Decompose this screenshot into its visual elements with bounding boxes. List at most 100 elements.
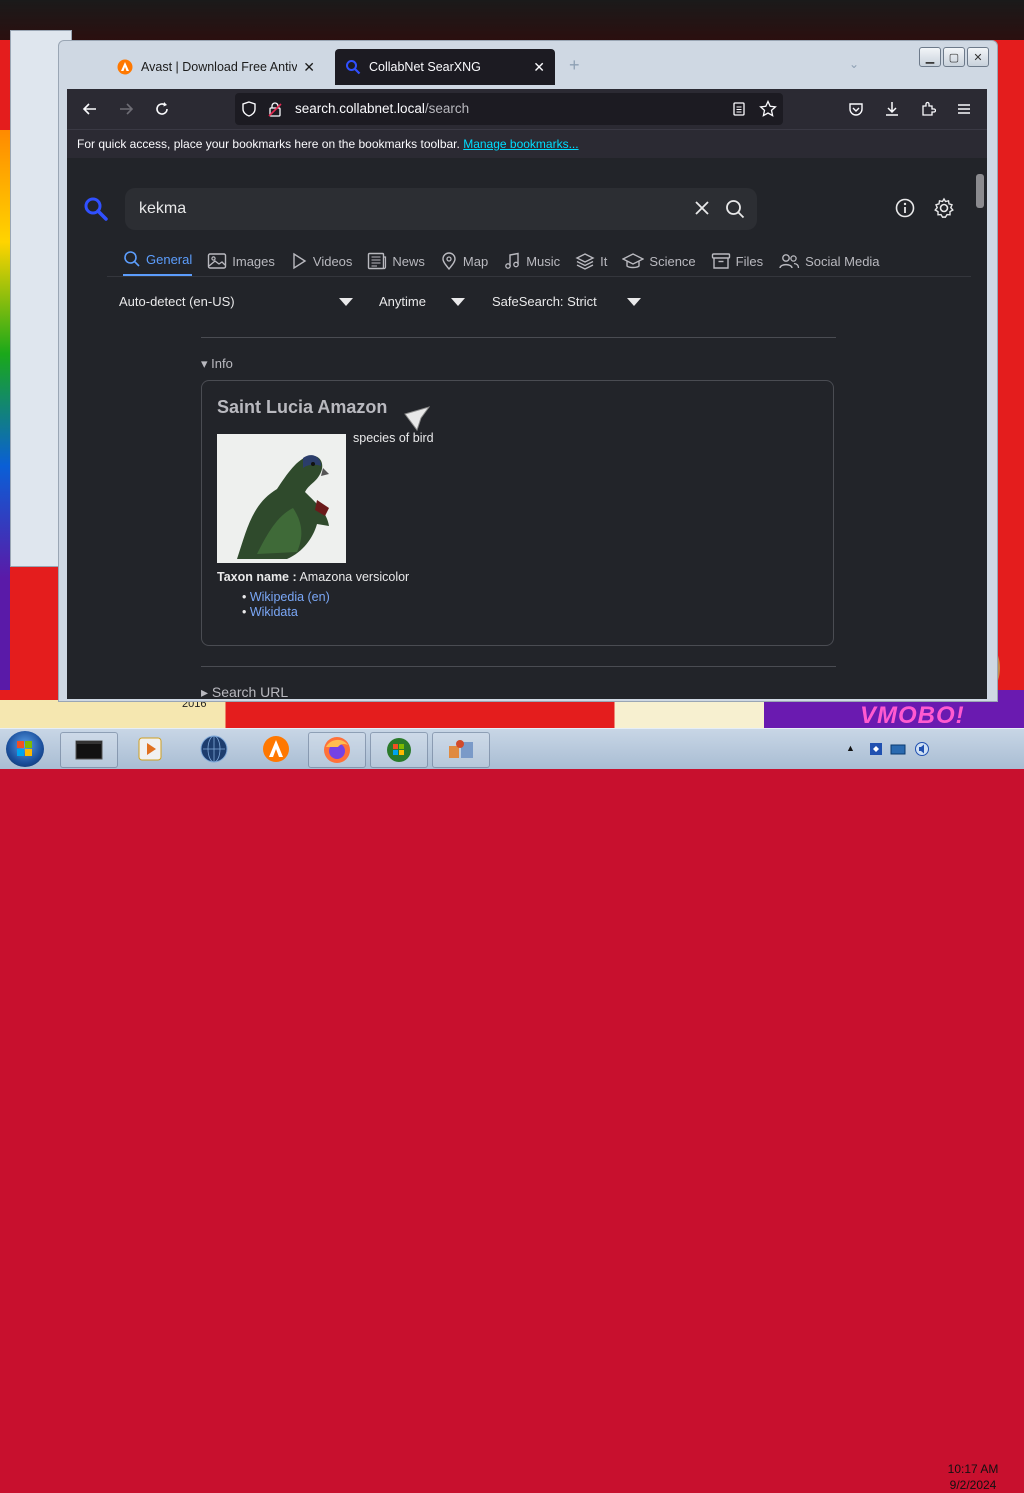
search-url-toggle[interactable]: ▸ Search URL: [201, 684, 288, 699]
tab-label: Videos: [312, 253, 353, 269]
network-tray-icon[interactable]: [890, 741, 906, 757]
map-pin-icon: [442, 252, 456, 270]
tab-strip: Avast | Download Free Antiviru ✕ CollabN…: [59, 41, 997, 87]
tab-music[interactable]: Music: [503, 246, 560, 276]
tab-files[interactable]: Files: [711, 246, 763, 276]
settings-gear-icon[interactable]: [933, 197, 955, 224]
tab-map[interactable]: Map: [440, 246, 488, 276]
taskbar-globe-app[interactable]: [186, 732, 242, 766]
info-toggle[interactable]: ▾ Info: [201, 356, 233, 372]
taskbar-terminal-app[interactable]: [60, 732, 118, 768]
tab-close-icon[interactable]: ✕: [533, 59, 545, 76]
image-icon: [208, 253, 227, 269]
tab-title: CollabNet SearXNG: [369, 60, 481, 74]
hamburger-menu-icon[interactable]: [951, 97, 977, 121]
taskbar-media-player-app[interactable]: [122, 732, 178, 766]
tab-label: Map: [462, 253, 489, 269]
layers-icon: [575, 253, 595, 270]
tab-label: Files: [735, 253, 764, 269]
list-item: Wikipedia (en): [242, 590, 330, 605]
bookmarks-hint: For quick access, place your bookmarks h…: [77, 137, 579, 151]
tab-general[interactable]: General: [123, 246, 193, 276]
address-bar[interactable]: search.collabnet.local/search: [235, 93, 783, 125]
taxon-label: Taxon name :: [217, 570, 297, 584]
chevron-down-icon[interactable]: [339, 298, 353, 306]
taskbar-clock[interactable]: 10:17 AM 9/2/2024: [934, 1461, 1012, 1493]
parrot-image[interactable]: [217, 434, 346, 563]
tab-label: Music: [526, 253, 561, 269]
search-submit-icon[interactable]: [725, 199, 745, 224]
infobox: Saint Lucia Amazon species of bird Taxon…: [201, 380, 834, 646]
chevron-down-icon[interactable]: [627, 298, 641, 306]
searxng-logo-icon[interactable]: [83, 196, 109, 227]
chevron-down-icon[interactable]: [451, 298, 465, 306]
clear-search-icon[interactable]: [695, 201, 709, 220]
tab-label: Social Media: [805, 253, 880, 269]
firefox-icon: [324, 737, 350, 763]
reload-icon[interactable]: [149, 97, 175, 121]
newspaper-icon: [368, 252, 387, 270]
desktop-rainbow-stripe: [0, 130, 10, 690]
tab-it[interactable]: It: [575, 246, 607, 276]
minimize-icon[interactable]: ▁: [919, 47, 941, 67]
bookmark-star-icon[interactable]: [759, 99, 777, 123]
tab-images[interactable]: Images: [207, 246, 275, 276]
school-icon: [622, 253, 645, 269]
avast-icon: [263, 736, 289, 762]
language-select[interactable]: Auto-detect (en-US): [119, 294, 235, 309]
taskbar-network-app[interactable]: [432, 732, 490, 768]
volume-tray-icon[interactable]: [914, 741, 930, 757]
taskbar-firefox-app[interactable]: [308, 732, 366, 768]
manage-bookmarks-link[interactable]: Manage bookmarks...: [463, 137, 578, 151]
taskbar-windows-app[interactable]: [370, 732, 428, 768]
tab-news[interactable]: News: [367, 246, 425, 276]
tab-close-icon[interactable]: ✕: [303, 59, 315, 76]
bookmarks-hint-text: For quick access, place your bookmarks h…: [77, 137, 460, 151]
bookmarks-toolbar: For quick access, place your bookmarks h…: [67, 129, 987, 158]
wikipedia-link[interactable]: Wikipedia (en): [250, 590, 330, 604]
maximize-icon[interactable]: ▢: [943, 47, 965, 67]
shield-icon[interactable]: [241, 101, 257, 122]
tray-app-icon[interactable]: [868, 741, 884, 757]
time-range-select[interactable]: Anytime: [379, 294, 426, 309]
tab-social-media[interactable]: Social Media: [778, 246, 880, 276]
safesearch-value: SafeSearch: Strict: [492, 294, 597, 309]
wikidata-link[interactable]: Wikidata: [250, 605, 298, 619]
search-input[interactable]: kekma: [125, 188, 757, 230]
browser-window: Avast | Download Free Antiviru ✕ CollabN…: [58, 40, 998, 702]
extensions-icon[interactable]: [915, 97, 941, 121]
close-window-icon[interactable]: ✕: [967, 47, 989, 67]
list-all-tabs-icon[interactable]: ⌄: [849, 57, 859, 71]
safesearch-select[interactable]: SafeSearch: Strict: [492, 294, 597, 309]
taskbar-avast-app[interactable]: [248, 732, 304, 766]
new-tab-icon[interactable]: +: [569, 55, 580, 76]
lock-warning-icon[interactable]: [267, 101, 283, 122]
pocket-icon[interactable]: [843, 97, 869, 121]
page-scrollbar[interactable]: [973, 158, 987, 699]
tab-label: Images: [232, 253, 275, 269]
media-player-icon: [138, 737, 162, 761]
globe-icon: [200, 735, 228, 763]
tab-label: News: [392, 253, 425, 269]
start-button[interactable]: [6, 731, 44, 767]
tab-searxng[interactable]: CollabNet SearXNG ✕: [335, 49, 555, 85]
tab-videos[interactable]: Videos: [290, 246, 353, 276]
tab-title: Avast | Download Free Antiviru: [141, 60, 298, 74]
language-value: Auto-detect (en-US): [119, 294, 235, 309]
back-arrow-icon[interactable]: [77, 97, 103, 121]
reader-view-icon[interactable]: [731, 101, 747, 122]
taxon-value: Amazona versicolor: [299, 570, 410, 584]
url-path: /search: [424, 101, 470, 116]
tab-label: General: [146, 251, 193, 267]
scrollbar-thumb[interactable]: [976, 174, 984, 208]
windows-flag-icon: [387, 738, 411, 762]
search-url-divider: [201, 666, 836, 667]
forward-arrow-icon[interactable]: [113, 97, 139, 121]
tab-label: It: [600, 253, 608, 269]
desktop-watermark-text: VMOBO!: [860, 702, 965, 729]
info-circle-icon[interactable]: [895, 198, 915, 223]
tab-avast[interactable]: Avast | Download Free Antiviru ✕: [107, 49, 325, 85]
show-hidden-icons-icon[interactable]: ▲: [846, 743, 855, 753]
downloads-icon[interactable]: [879, 97, 905, 121]
tab-science[interactable]: Science: [622, 246, 696, 276]
